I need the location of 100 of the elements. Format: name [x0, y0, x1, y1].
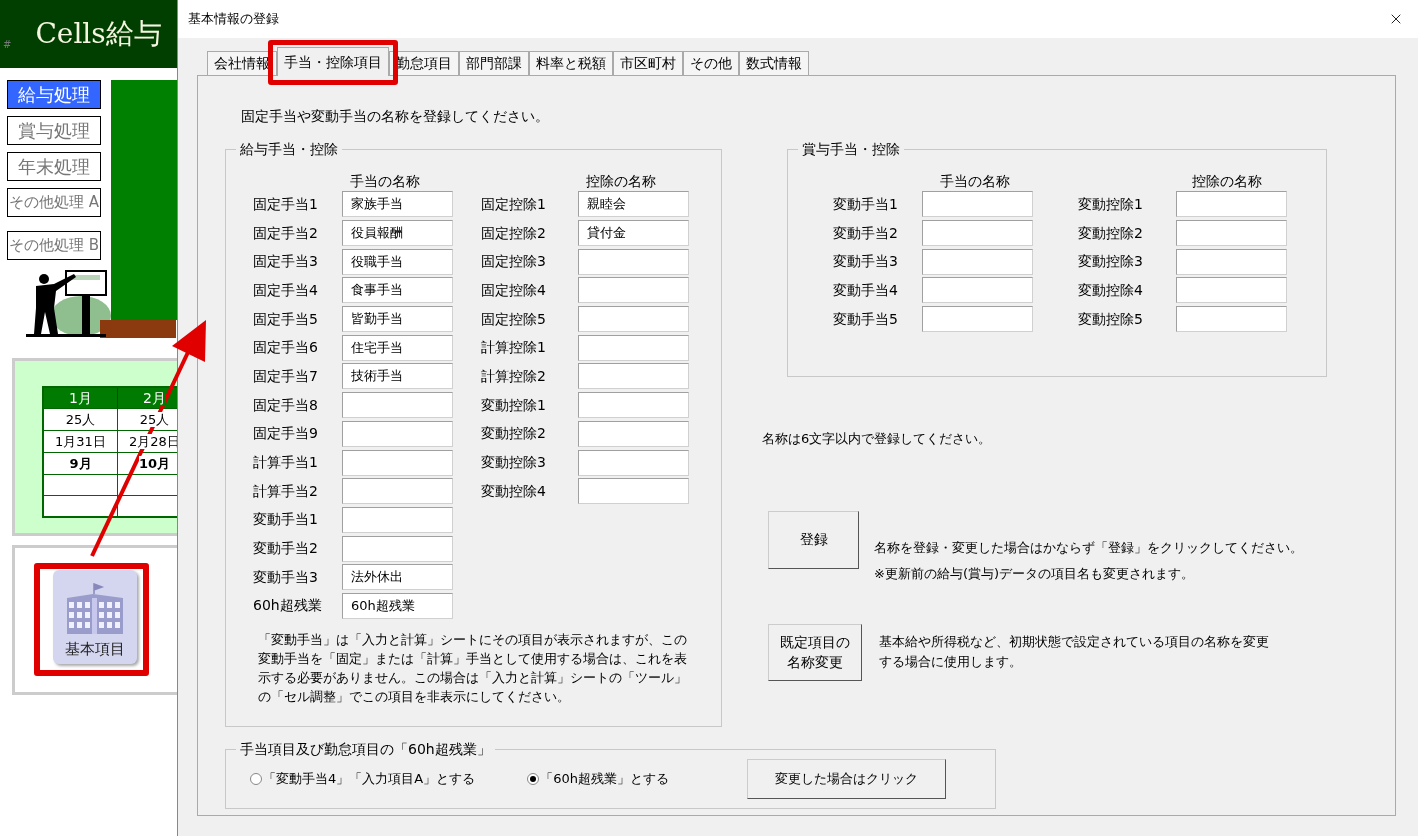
input-field[interactable]: [578, 248, 689, 275]
input-field[interactable]: [342, 535, 453, 562]
limit-note: 名称は6文字以内で登録してください。: [762, 430, 993, 448]
shortcut-button[interactable]: 基本項目: [53, 570, 137, 664]
input-field[interactable]: [1176, 220, 1287, 247]
intro-text: 固定手当や変動手当の名称を登録してください。: [241, 107, 550, 126]
input-field[interactable]: 法外休出: [342, 564, 453, 591]
menu-button[interactable]: 年末処理: [7, 152, 102, 181]
field-label: 計算手当2: [253, 481, 319, 501]
field-label: 変動手当1: [253, 510, 319, 530]
field-label: 計算控除2: [481, 366, 547, 386]
input-field[interactable]: [1176, 306, 1287, 333]
input-field[interactable]: [578, 277, 689, 304]
radio-label: 「60h超残業」とする: [540, 770, 669, 789]
input-field[interactable]: 貸付金: [578, 220, 689, 247]
field-label: 変動控除2: [481, 424, 547, 444]
menu-button[interactable]: 給与処理: [7, 80, 102, 109]
field-label: 固定控除4: [481, 280, 547, 300]
field-label: 変動控除1: [1078, 194, 1144, 214]
column-header: 控除の名称: [1192, 172, 1263, 190]
sheet-title: Cells給与: [35, 16, 162, 52]
group-title: 手当項目及び勤怠項目の「60h超残業」: [236, 740, 495, 758]
field-label: 固定手当1: [253, 194, 319, 214]
input-field[interactable]: [342, 420, 453, 447]
register-note: ※更新前の給与(賞与)データの項目名も変更されます。: [874, 564, 1196, 583]
input-field[interactable]: [342, 449, 453, 476]
group-title: 給与手当・控除: [236, 140, 342, 158]
table-cell: 1月31日: [55, 434, 106, 449]
input-field[interactable]: [578, 392, 689, 419]
input-field[interactable]: [1176, 191, 1287, 218]
hash-mark: #: [3, 37, 12, 52]
field-label: 60h超残業: [253, 596, 323, 616]
menu-button[interactable]: その他処理 A: [7, 188, 102, 217]
input-field[interactable]: [1176, 248, 1287, 275]
field-label: 固定手当5: [253, 309, 319, 329]
input-field[interactable]: [342, 478, 453, 505]
field-label: 変動手当2: [833, 223, 899, 243]
field-label: 固定手当8: [253, 395, 319, 415]
input-field[interactable]: 技術手当: [342, 363, 453, 390]
field-label: 固定手当2: [253, 223, 319, 243]
column-header: 手当の名称: [940, 172, 1011, 190]
input-field[interactable]: 家族手当: [342, 191, 453, 218]
input-field[interactable]: [922, 191, 1033, 218]
tab[interactable]: 数式情報: [739, 51, 809, 75]
column-header: 控除の名称: [586, 172, 657, 190]
column-header: 手当の名称: [350, 172, 421, 190]
tab[interactable]: 料率と税額: [529, 51, 613, 75]
tab[interactable]: 部門部課: [459, 51, 529, 75]
field-label: 固定手当6: [253, 338, 319, 358]
input-field[interactable]: [578, 420, 689, 447]
field-label: 変動控除2: [1078, 223, 1144, 243]
table-cell: 25人: [65, 412, 96, 427]
input-field[interactable]: [922, 306, 1033, 333]
tab[interactable]: 市区町村: [613, 51, 683, 75]
input-field[interactable]: [922, 248, 1033, 275]
input-field[interactable]: [1176, 277, 1287, 304]
input-field[interactable]: [578, 334, 689, 361]
field-label: 変動手当3: [833, 252, 899, 272]
field-label: 固定手当4: [253, 280, 319, 300]
rename-button[interactable]: 既定項目の 名称変更: [768, 623, 862, 681]
input-field[interactable]: [342, 392, 453, 419]
input-field[interactable]: 皆勤手当: [342, 306, 453, 333]
table-cell: 9月: [69, 456, 92, 471]
field-label: 変動手当5: [833, 309, 899, 329]
field-label: 変動控除4: [481, 481, 547, 501]
menu-button[interactable]: その他処理 B: [7, 231, 102, 260]
input-field[interactable]: [922, 277, 1033, 304]
input-field[interactable]: 役員報酬: [342, 220, 453, 247]
field-label: 変動手当1: [833, 194, 899, 214]
menu-button[interactable]: 賞与処理: [7, 116, 102, 145]
radio-button[interactable]: [250, 773, 262, 785]
field-label: 固定手当9: [253, 424, 319, 444]
field-label: 固定控除3: [481, 252, 547, 272]
group-title: 賞与手当・控除: [798, 140, 904, 158]
field-label: 変動控除4: [1078, 280, 1144, 300]
input-field[interactable]: 食事手当: [342, 277, 453, 304]
month-header: 2月: [143, 390, 166, 406]
register-note: 名称を登録・変更した場合はかならず「登録」をクリックしてください。: [874, 538, 1303, 557]
note-text: 「変動手当」は「入力と計算」シートにその項目が表示されますが、この変動手当を「固定」または「計算」手当として使用する場合は、これを表示する必要がありません。この場合は「入力と計算」シートの「ツール」の「セル調整」でこの項目を非表示にしてください。: [258, 631, 688, 707]
field-label: 固定控除1: [481, 194, 547, 214]
tab[interactable]: その他: [683, 51, 739, 75]
tab[interactable]: 手当・控除項目: [277, 47, 389, 76]
input-field[interactable]: [578, 306, 689, 333]
input-field[interactable]: 住宅手当: [342, 334, 453, 361]
month-header: 1月: [69, 390, 92, 406]
input-field[interactable]: [578, 363, 689, 390]
input-field[interactable]: [578, 478, 689, 505]
field-label: 固定控除5: [481, 309, 547, 329]
input-field[interactable]: [342, 506, 453, 533]
input-field[interactable]: 役職手当: [342, 248, 453, 275]
apply-button[interactable]: 変更した場合はクリック: [746, 759, 946, 799]
radio-button[interactable]: [527, 773, 540, 785]
field-label: 変動手当4: [833, 280, 899, 300]
input-field[interactable]: 60h超残業: [342, 592, 453, 619]
input-field[interactable]: [922, 220, 1033, 247]
field-label: 変動手当2: [253, 539, 319, 559]
input-field[interactable]: 親睦会: [578, 191, 689, 218]
input-field[interactable]: [578, 449, 689, 476]
tab[interactable]: 会社情報: [207, 51, 277, 75]
register-button[interactable]: 登録: [768, 510, 859, 569]
